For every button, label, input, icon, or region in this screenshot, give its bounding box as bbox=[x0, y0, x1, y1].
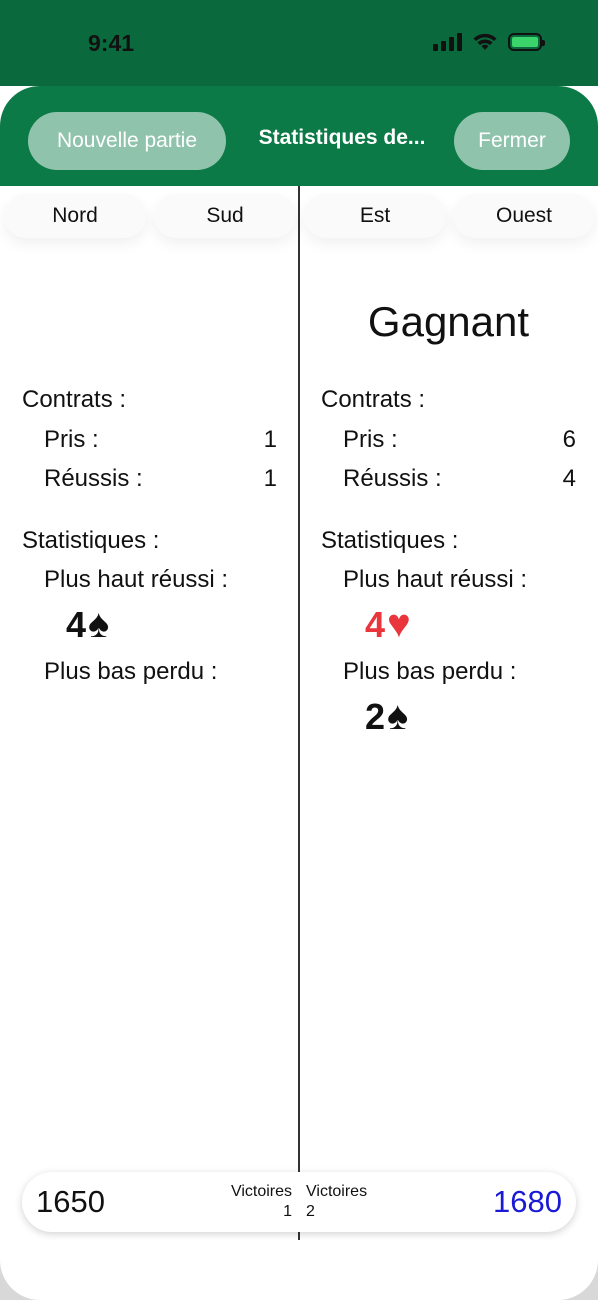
north-south-wins: Victoires 1 bbox=[231, 1182, 292, 1222]
lowest-lost-label: Plus bas perdu : bbox=[44, 658, 218, 685]
status-time: 9:41 bbox=[88, 30, 135, 56]
wifi-icon bbox=[473, 33, 497, 50]
tab-est[interactable]: Est bbox=[304, 194, 446, 238]
cellular-signal-icon bbox=[433, 33, 462, 51]
wins-label: Victoires bbox=[230, 1183, 292, 1200]
winner-label: Gagnant bbox=[367, 298, 530, 345]
succeeded-value: 4 bbox=[562, 465, 576, 492]
status-bar: 9:41 bbox=[0, 0, 598, 86]
lowest-lost-label: Plus bas perdu : bbox=[343, 658, 517, 685]
spade-icon: ♠ bbox=[88, 602, 110, 646]
tab-sud[interactable]: Sud bbox=[154, 194, 296, 238]
spade-icon: ♠ bbox=[387, 694, 409, 738]
succeeded-value: 1 bbox=[263, 465, 277, 492]
lowest-lost-contract: 2 ♠ bbox=[365, 694, 408, 739]
stats-label: Statistiques : bbox=[22, 527, 160, 554]
north-south-score: 1650 bbox=[36, 1184, 105, 1219]
contracts-label: Contrats : bbox=[22, 386, 127, 413]
highest-succeeded-label: Plus haut réussi : bbox=[44, 566, 229, 593]
tab-ouest[interactable]: Ouest bbox=[453, 194, 595, 238]
highest-succeeded-contract: 4 ♠ bbox=[66, 602, 109, 647]
score-bar: 1650 Victoires 1 Victoires 2 1680 bbox=[22, 1172, 576, 1232]
page-title: Statistiques de... bbox=[258, 126, 426, 149]
east-west-wins: Victoires 2 bbox=[306, 1182, 367, 1222]
status-icons bbox=[433, 32, 545, 52]
battery-icon bbox=[508, 33, 545, 51]
taken-label: Pris : bbox=[343, 426, 398, 453]
screen: 9:41 Nouvelle partie Statistiques de... … bbox=[0, 0, 598, 1300]
wins-label: Victoires bbox=[306, 1183, 368, 1200]
east-west-score: 1680 bbox=[493, 1184, 562, 1219]
stats-label: Statistiques : bbox=[321, 527, 459, 554]
wins-value: 1 bbox=[283, 1203, 292, 1220]
contracts-label: Contrats : bbox=[321, 386, 426, 413]
bottom-sheet-edge bbox=[0, 1240, 598, 1300]
nav-bar: Nouvelle partie Statistiques de... Ferme… bbox=[0, 86, 598, 186]
new-game-button[interactable]: Nouvelle partie bbox=[28, 112, 226, 170]
contract-level: 4 bbox=[66, 603, 87, 645]
tab-nord[interactable]: Nord bbox=[4, 194, 146, 238]
taken-value: 1 bbox=[263, 426, 277, 453]
heart-icon: ♥ bbox=[387, 602, 411, 646]
succeeded-label: Réussis : bbox=[44, 465, 143, 492]
highest-succeeded-contract: 4 ♥ bbox=[365, 602, 411, 647]
highest-succeeded-label: Plus haut réussi : bbox=[343, 566, 528, 593]
column-divider bbox=[298, 186, 300, 1254]
close-button[interactable]: Fermer bbox=[454, 112, 570, 170]
wins-value: 2 bbox=[306, 1203, 315, 1220]
succeeded-label: Réussis : bbox=[343, 465, 442, 492]
contract-level: 4 bbox=[365, 603, 386, 645]
taken-value: 6 bbox=[562, 426, 576, 453]
taken-label: Pris : bbox=[44, 426, 99, 453]
contract-level: 2 bbox=[365, 695, 386, 737]
